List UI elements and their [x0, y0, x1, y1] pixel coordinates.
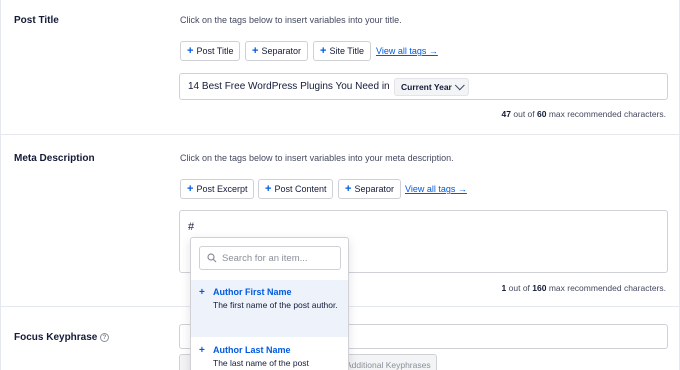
year-select-label: Current Year	[401, 82, 452, 92]
tag-button-separator[interactable]: + Separator	[245, 41, 308, 61]
view-all-tags-link[interactable]: View all tags →	[376, 46, 438, 56]
view-all-tags-link[interactable]: View all tags →	[405, 184, 467, 194]
counter-count: 47	[501, 109, 511, 119]
plus-icon: +	[199, 287, 205, 298]
current-year-select[interactable]: Current Year	[394, 78, 469, 96]
tag-label: Separator	[261, 46, 301, 56]
plus-icon: +	[199, 345, 205, 356]
dropdown-item-author-last-name[interactable]: + Author Last Name The last name of the …	[191, 338, 348, 370]
chevron-down-icon	[454, 79, 465, 90]
tag-button-site-title[interactable]: + Site Title	[313, 41, 371, 61]
help-circle-icon[interactable]: ?	[100, 333, 109, 342]
post-title-input[interactable]: 14 Best Free WordPress Plugins You Need …	[179, 73, 668, 100]
counter-text: out of	[511, 109, 537, 119]
focus-keyphrase-label: Focus Keyphrase	[14, 332, 98, 343]
section-divider	[1, 134, 680, 135]
dropdown-item-author-first-name[interactable]: + Author First Name The first name of th…	[191, 280, 348, 337]
tag-button-post-title[interactable]: + Post Title	[180, 41, 241, 61]
meta-description-char-counter: 1 out of 160 max recommended characters.	[502, 283, 666, 293]
post-title-hint: Click on the tags below to insert variab…	[180, 15, 402, 25]
dropdown-search-field[interactable]	[199, 246, 341, 270]
post-title-char-counter: 47 out of 60 max recommended characters.	[502, 109, 666, 119]
counter-max: 160	[532, 283, 547, 293]
tag-button-post-content[interactable]: + Post Content	[258, 179, 334, 199]
dropdown-item-name: Author Last Name	[213, 345, 291, 355]
tag-label: Site Title	[329, 46, 364, 56]
plus-icon: +	[252, 44, 259, 57]
tag-button-separator[interactable]: + Separator	[338, 179, 401, 199]
counter-text: out of	[506, 283, 533, 293]
dropdown-item-name: Author First Name	[213, 287, 292, 297]
dropdown-item-description: The last name of the post	[213, 358, 309, 368]
post-title-label: Post Title	[14, 15, 59, 26]
plus-icon: +	[265, 182, 272, 195]
tag-label: Separator	[354, 184, 394, 194]
meta-description-hint: Click on the tags below to insert variab…	[180, 153, 454, 163]
plus-icon: +	[345, 182, 352, 195]
plus-icon: +	[187, 44, 194, 57]
counter-text: max recommended characters.	[546, 109, 666, 119]
tag-dropdown-menu: + Author First Name The first name of th…	[190, 237, 349, 370]
dropdown-search-input[interactable]	[222, 250, 337, 266]
settings-panel: Post Title Click on the tags below to in…	[0, 0, 680, 370]
additional-keyphrases-label: Additional Keyphrases	[346, 360, 431, 370]
meta-description-value: #	[188, 221, 195, 233]
counter-text: max recommended characters.	[546, 283, 666, 293]
plus-icon: +	[187, 182, 194, 195]
meta-description-label: Meta Description	[14, 153, 95, 164]
tag-button-post-excerpt[interactable]: + Post Excerpt	[180, 179, 255, 199]
tag-label: Post Title	[196, 46, 234, 56]
dropdown-item-description: The first name of the post author.	[213, 300, 338, 310]
post-title-value: 14 Best Free WordPress Plugins You Need …	[188, 81, 390, 92]
tag-label: Post Excerpt	[196, 184, 248, 194]
tag-label: Post Content	[274, 184, 327, 194]
search-icon	[207, 253, 217, 263]
plus-icon: +	[320, 44, 327, 57]
